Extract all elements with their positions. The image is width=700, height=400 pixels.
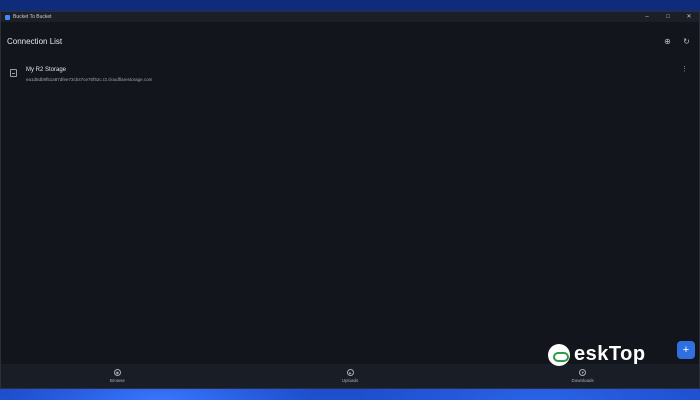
nav-label: Browse bbox=[109, 378, 125, 383]
app-window: Bucket To Bucket – □ ✕ Connection List ⊕… bbox=[0, 11, 700, 389]
minimize-button[interactable]: – bbox=[643, 12, 651, 22]
maximize-button[interactable]: □ bbox=[664, 12, 672, 22]
close-button[interactable]: ✕ bbox=[685, 12, 693, 22]
add-button[interactable]: + bbox=[677, 341, 695, 359]
title-bar: Bucket To Bucket – □ ✕ bbox=[1, 12, 699, 22]
download-icon: ▼ bbox=[579, 369, 587, 376]
storage-icon bbox=[10, 69, 17, 77]
list-item[interactable]: My R2 Storage ea1d5db9f51a87dfee73cb47ce… bbox=[1, 64, 699, 86]
watermark-text: eskTop bbox=[574, 343, 646, 365]
nav-label: Downloads bbox=[571, 378, 594, 383]
add-connection-icon[interactable]: ⊕ bbox=[663, 37, 672, 46]
nav-item-browse[interactable]: ◉ Browse bbox=[1, 364, 234, 388]
nav-item-uploads[interactable]: ▲ Uploads bbox=[234, 364, 467, 388]
bottom-navigation: ◉ Browse ▲ Uploads ▼ Downloads bbox=[1, 364, 699, 388]
watermark-logo-icon bbox=[548, 343, 570, 366]
window-title: Bucket To Bucket bbox=[13, 14, 52, 20]
window-controls: – □ ✕ bbox=[643, 12, 693, 22]
header-actions: ⊕ ↻ bbox=[663, 37, 691, 46]
upload-icon: ▲ bbox=[346, 369, 354, 376]
watermark: eskTop bbox=[548, 343, 646, 366]
compass-icon: ◉ bbox=[113, 369, 121, 376]
page-title: Connection List bbox=[7, 36, 63, 46]
more-options-icon[interactable]: ⋮ bbox=[681, 66, 688, 73]
refresh-icon[interactable]: ↻ bbox=[682, 37, 691, 46]
nav-item-downloads[interactable]: ▼ Downloads bbox=[466, 364, 699, 388]
connection-host: ea1d5db9f51a87dfee73cb47ce75f52c.r2.clou… bbox=[26, 77, 153, 82]
app-logo-icon bbox=[5, 14, 10, 20]
connection-name: My R2 Storage bbox=[26, 67, 67, 73]
nav-label: Uploads bbox=[341, 378, 359, 383]
page-header: Connection List ⊕ ↻ bbox=[1, 22, 699, 60]
